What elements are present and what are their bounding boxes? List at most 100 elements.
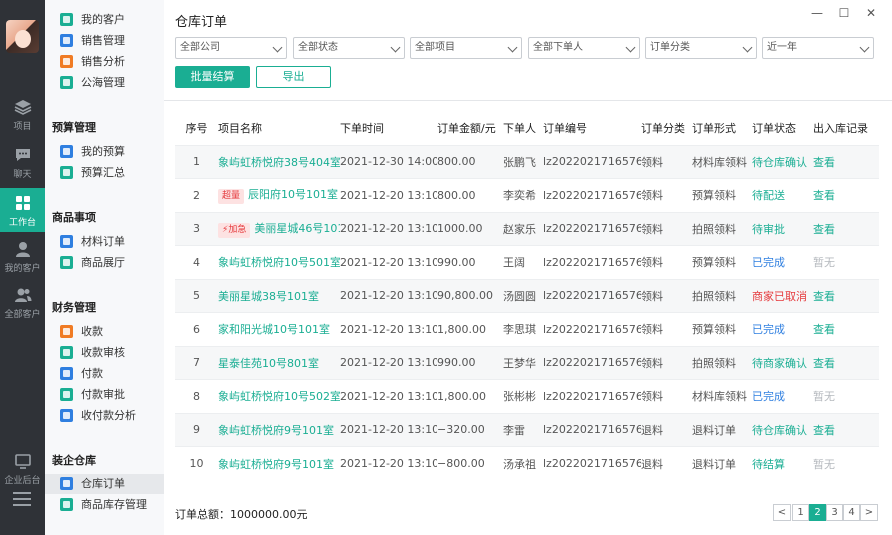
sidebar-item-payment-approval[interactable]: 付款审批 xyxy=(45,385,164,405)
cell-status: 待仓库确认 xyxy=(752,412,813,447)
sidebar-item-sales-management[interactable]: 销售管理 xyxy=(45,31,164,51)
hamburger-icon[interactable] xyxy=(13,492,31,506)
rail-item-enterprise-admin[interactable]: 企业后台 xyxy=(0,446,45,490)
page-button[interactable]: 3 xyxy=(826,504,843,521)
project-link[interactable]: 象屿虹桥悦府9号101室 xyxy=(218,424,334,437)
sidebar-item-receipt-review[interactable]: 收款审核 xyxy=(45,343,164,363)
rail-item-my-customers[interactable]: 我的客户 xyxy=(0,234,45,278)
cell-project[interactable]: 象屿虹桥悦府9号101室 xyxy=(218,446,340,480)
table-row[interactable]: 6 家和阳光城10号101室 2021-12-20 13:10 1,800.00 李思琪… xyxy=(175,312,879,346)
company-filter[interactable]: 全部公司 xyxy=(175,37,287,59)
project-link[interactable]: 象屿虹桥悦府10号502室 xyxy=(218,390,340,403)
cell-project[interactable]: 象屿虹桥悦府9号101室 xyxy=(218,412,340,447)
rail-item-project[interactable]: 项目 xyxy=(0,92,45,136)
cell-category: 领料 xyxy=(641,312,692,346)
cell-code: lz20220217165760 xyxy=(543,345,641,380)
cell-code: lz20220217165760 xyxy=(543,245,641,279)
rail-item-chat[interactable]: 聊天 xyxy=(0,140,45,184)
cell-no: 8 xyxy=(175,379,218,413)
project-link[interactable]: 美丽星城38号101室 xyxy=(218,290,319,303)
minimize-icon[interactable]: — xyxy=(810,6,824,20)
rail-item-all-customers[interactable]: 全部客户 xyxy=(0,280,45,324)
table-row[interactable]: 1 象屿虹桥悦府38号404室 2021-12-30 14:00 800.00 张鹏飞 l… xyxy=(175,144,879,179)
period-filter[interactable]: 近一年 xyxy=(762,37,874,59)
batch-settle-button[interactable]: 批量结算 xyxy=(175,66,250,88)
sidebar-item-my-customers[interactable]: 我的客户 xyxy=(45,10,164,30)
sidebar-item-receipt[interactable]: 收款 xyxy=(45,322,164,342)
sidebar-item-cashflow-analysis[interactable]: 收付款分析 xyxy=(45,406,164,426)
cell-record[interactable]: 查看 xyxy=(813,278,879,313)
sidebar-item-budget-summary[interactable]: 预算汇总 xyxy=(45,163,164,183)
page-button[interactable]: 4 xyxy=(843,504,860,521)
cell-record[interactable]: 查看 xyxy=(813,144,879,179)
rail-item-workbench[interactable]: 工作台 xyxy=(0,188,45,232)
page-button-current[interactable]: 2 xyxy=(809,504,826,521)
cell-project[interactable]: 家和阳光城10号101室 xyxy=(218,312,340,346)
filter-label: 全部状态 xyxy=(298,42,338,53)
close-icon[interactable]: ✕ xyxy=(864,6,878,20)
sidebar-item-payment[interactable]: 付款 xyxy=(45,364,164,384)
cell-no: 6 xyxy=(175,312,218,346)
status-filter[interactable]: 全部状态 xyxy=(293,37,405,59)
page-button[interactable]: 1 xyxy=(792,504,809,521)
sidebar-item-my-budget[interactable]: 我的预算 xyxy=(45,142,164,162)
cell-record[interactable]: 查看 xyxy=(813,412,879,447)
cell-time: 2021-12-30 14:00 xyxy=(340,144,437,179)
table-row[interactable]: 4 象屿虹桥悦府10号501室 2021-12-20 13:10 990.00 王阔 lz… xyxy=(175,245,879,279)
table-row[interactable]: 2 超量 辰阳府10号101室 2021-12-20 13:10 800.00 李奕希 lz… xyxy=(175,178,879,212)
cell-record[interactable]: 查看 xyxy=(813,178,879,212)
column-header: 下单人 xyxy=(503,112,543,145)
table-row[interactable]: 5 美丽星城38号101室 2021-12-20 13:10 90,800.00 汤圆圆… xyxy=(175,278,879,313)
table-row[interactable]: 9 象屿虹桥悦府9号101室 2021-12-20 13:10 −320.00 李雷 lz… xyxy=(175,412,879,447)
project-link[interactable]: 象屿虹桥悦府38号404室 xyxy=(218,156,340,169)
cell-project[interactable]: 象屿虹桥悦府10号502室 xyxy=(218,379,340,413)
next-page-button[interactable]: > xyxy=(860,504,878,521)
filter-label: 全部公司 xyxy=(180,42,220,53)
sidebar-item-showroom[interactable]: 商品展厅 xyxy=(45,253,164,273)
project-link[interactable]: 家和阳光城10号101室 xyxy=(218,323,330,336)
sidebar-item-sales-analysis[interactable]: 销售分析 xyxy=(45,52,164,72)
cell-time: 2021-12-20 13:10 xyxy=(340,312,437,346)
project-link[interactable]: 辰阳府10号101室 xyxy=(248,188,338,201)
table-row[interactable]: 8 象屿虹桥悦府10号502室 2021-12-20 13:10 1,800.00 张彬… xyxy=(175,379,879,413)
cell-project[interactable]: 星泰佳苑10号801室 xyxy=(218,345,340,380)
cell-project[interactable]: ⚡加急 美丽星城46号101 xyxy=(218,211,340,246)
project-link[interactable]: 星泰佳苑10号801室 xyxy=(218,357,319,370)
cell-amount: −320.00 xyxy=(437,412,503,447)
column-header: 出入库记录 xyxy=(813,112,879,145)
cell-record[interactable]: 查看 xyxy=(813,345,879,380)
cell-project[interactable]: 美丽星城38号101室 xyxy=(218,278,340,313)
prev-page-button[interactable]: < xyxy=(773,504,791,521)
project-link[interactable]: 美丽星城46号101 xyxy=(254,222,340,235)
cell-status: 待仓库确认 xyxy=(752,144,813,179)
category-filter[interactable]: 订单分类 xyxy=(645,37,757,59)
project-filter[interactable]: 全部项目 xyxy=(410,37,522,59)
cell-project[interactable]: 象屿虹桥悦府38号404室 xyxy=(218,144,340,179)
sidebar-group-title: 装企仓库 xyxy=(52,454,96,467)
table-row[interactable]: 3 ⚡加急 美丽星城46号101 2021-12-20 13:10 1000.00 赵家乐… xyxy=(175,211,879,246)
avatar[interactable] xyxy=(6,20,39,53)
inventory-icon xyxy=(60,498,73,511)
cell-project[interactable]: 超量 辰阳府10号101室 xyxy=(218,178,340,212)
summary-icon xyxy=(60,166,73,179)
sidebar-item-label: 公海管理 xyxy=(81,76,125,89)
table-row[interactable]: 7 星泰佳苑10号801室 2021-12-20 13:10 990.00 王梦华 lz2… xyxy=(175,345,879,380)
cell-record[interactable]: 查看 xyxy=(813,211,879,246)
sidebar-item-label: 销售分析 xyxy=(81,55,125,68)
sidebar-item-label: 我的客户 xyxy=(81,13,125,26)
project-link[interactable]: 象屿虹桥悦府10号501室 xyxy=(218,256,340,269)
maximize-icon[interactable]: ☐ xyxy=(837,6,851,20)
analysis-icon xyxy=(60,55,73,68)
project-link[interactable]: 象屿虹桥悦府9号101室 xyxy=(218,458,334,471)
sidebar-item-public-pool[interactable]: 公海管理 xyxy=(45,73,164,93)
sidebar-item-material-orders[interactable]: 材料订单 xyxy=(45,232,164,252)
sidebar-item-warehouse-orders[interactable]: 仓库订单 xyxy=(45,474,164,494)
table-row[interactable]: 10 象屿虹桥悦府9号101室 2021-12-20 13:10 −800.00 汤承祖… xyxy=(175,446,879,480)
export-button[interactable]: 导出 xyxy=(256,66,331,88)
cell-project[interactable]: 象屿虹桥悦府10号501室 xyxy=(218,245,340,279)
sidebar-item-inventory[interactable]: 商品库存管理 xyxy=(45,495,164,515)
cell-no: 5 xyxy=(175,278,218,313)
table-header: 序号 项目名称 下单时间 订单金额/元 下单人 订单编号 订单分类 订单形式 订… xyxy=(175,112,879,145)
cell-record[interactable]: 查看 xyxy=(813,312,879,346)
orderer-filter[interactable]: 全部下单人 xyxy=(528,37,640,59)
